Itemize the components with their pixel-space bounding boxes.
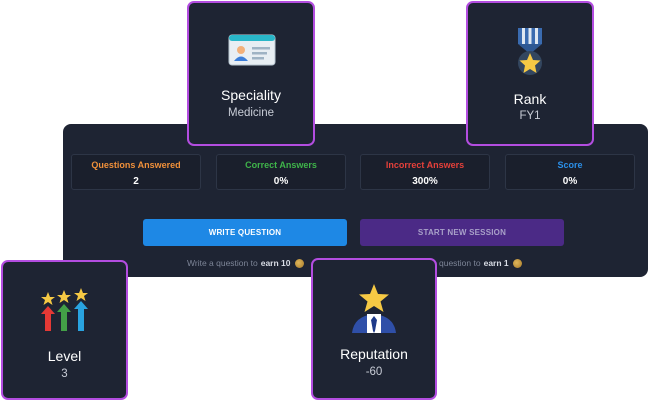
stat-value: 0% bbox=[273, 176, 289, 187]
card-title: Level bbox=[47, 348, 82, 364]
card-value: FY1 bbox=[519, 110, 541, 122]
level-arrows-icon bbox=[41, 288, 88, 331]
stat-correct-answers: Correct Answers 0% bbox=[216, 154, 346, 190]
stat-questions-answered: Questions Answered 2 bbox=[71, 154, 201, 190]
medal-icon bbox=[518, 28, 542, 75]
session-earn-hint: question to earn 1 bbox=[439, 258, 522, 268]
coin-icon bbox=[294, 258, 304, 268]
card-title: Rank bbox=[513, 91, 547, 107]
write-earn-hint: Write a question to earn 10 bbox=[187, 258, 304, 268]
card-value: Medicine bbox=[227, 107, 275, 119]
stat-label: Incorrect Answers bbox=[385, 160, 465, 170]
stat-value: 0% bbox=[562, 176, 578, 187]
rank-card: Rank FY1 bbox=[466, 1, 594, 146]
speciality-card: Speciality Medicine bbox=[187, 1, 315, 146]
earn-amount: earn 1 bbox=[483, 258, 509, 268]
stat-value: 300% bbox=[412, 176, 438, 187]
start-new-session-button[interactable]: START NEW SESSION bbox=[360, 219, 564, 246]
card-title: Speciality bbox=[221, 87, 281, 103]
card-title: Reputation bbox=[340, 346, 408, 362]
stat-label: Questions Answered bbox=[91, 160, 181, 170]
stat-label: Correct Answers bbox=[245, 160, 317, 170]
earn-hint-text: Write a question to bbox=[187, 258, 258, 268]
stat-value: 2 bbox=[133, 176, 139, 187]
write-question-button[interactable]: WRITE QUESTION bbox=[143, 219, 347, 246]
level-card: Level 3 bbox=[1, 260, 128, 400]
earn-amount: earn 10 bbox=[260, 258, 291, 268]
stat-label: Score bbox=[557, 160, 583, 170]
earn-hint-text: question to bbox=[439, 258, 481, 268]
session-panel: Questions Answered 2 Correct Answers 0% … bbox=[63, 124, 648, 277]
star-person-icon bbox=[352, 284, 396, 333]
reputation-card: Reputation -60 bbox=[311, 258, 437, 400]
card-value: 3 bbox=[61, 368, 68, 380]
coin-icon bbox=[512, 258, 522, 268]
stat-score: Score 0% bbox=[505, 154, 635, 190]
stat-incorrect-answers: Incorrect Answers 300% bbox=[360, 154, 490, 190]
card-value: -60 bbox=[365, 366, 383, 378]
id-card-icon bbox=[228, 34, 276, 66]
